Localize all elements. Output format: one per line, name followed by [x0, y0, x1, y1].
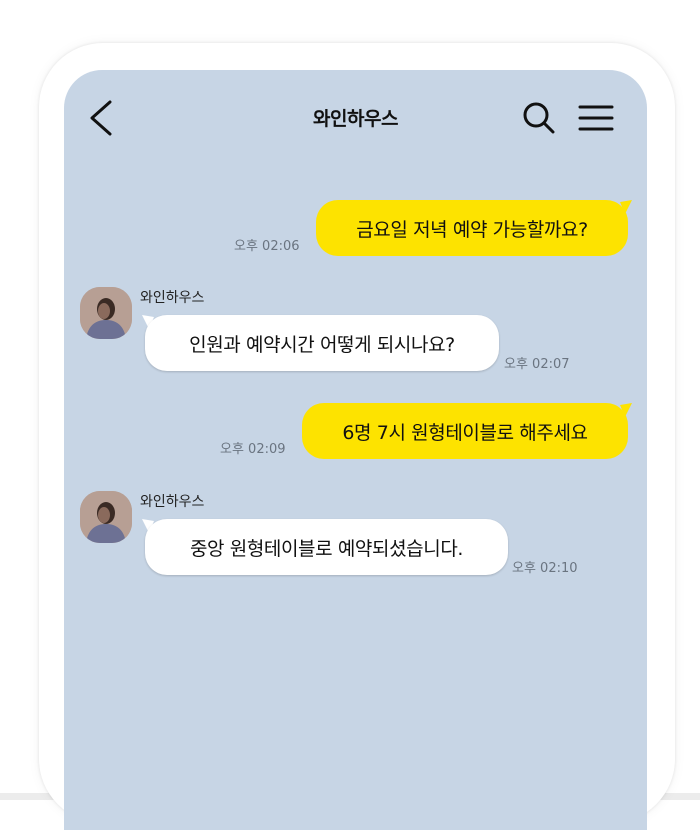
sender-avatar[interactable] — [80, 287, 132, 339]
message-time: 오후 02:06 — [234, 239, 300, 254]
message-bubble-incoming[interactable]: 인원과 예약시간 어떻게 되시나요? — [145, 315, 499, 371]
search-icon[interactable] — [521, 100, 557, 136]
message-time: 오후 02:10 — [512, 561, 578, 576]
message-bubble-incoming[interactable]: 중앙 원형테이블로 예약되셨습니다. — [145, 519, 508, 575]
hamburger-menu-icon[interactable] — [578, 104, 614, 132]
avatar-photo-icon — [80, 287, 132, 339]
sender-name: 와인하우스 — [140, 494, 205, 510]
avatar-photo-icon — [80, 491, 132, 543]
message-text: 인원과 예약시간 어떻게 되시나요? — [189, 333, 455, 356]
message-time: 오후 02:09 — [220, 442, 286, 457]
message-time: 오후 02:07 — [504, 357, 570, 372]
message-bubble-outgoing[interactable]: 금요일 저녁 예약 가능할까요? — [316, 200, 628, 256]
chat-screen: 와인하우스 금요일 저녁 예약 가능할까요? 오후 02:06 와인하우스 인원… — [64, 70, 647, 830]
message-text: 6명 7시 원형테이블로 해주세요 — [342, 421, 588, 444]
message-text: 중앙 원형테이블로 예약되셨습니다. — [189, 537, 464, 560]
message-bubble-outgoing[interactable]: 6명 7시 원형테이블로 해주세요 — [302, 403, 628, 459]
chat-title: 와인하우스 — [313, 108, 398, 130]
sender-avatar[interactable] — [80, 491, 132, 543]
sender-name: 와인하우스 — [140, 290, 205, 306]
message-text: 금요일 저녁 예약 가능할까요? — [356, 218, 588, 241]
